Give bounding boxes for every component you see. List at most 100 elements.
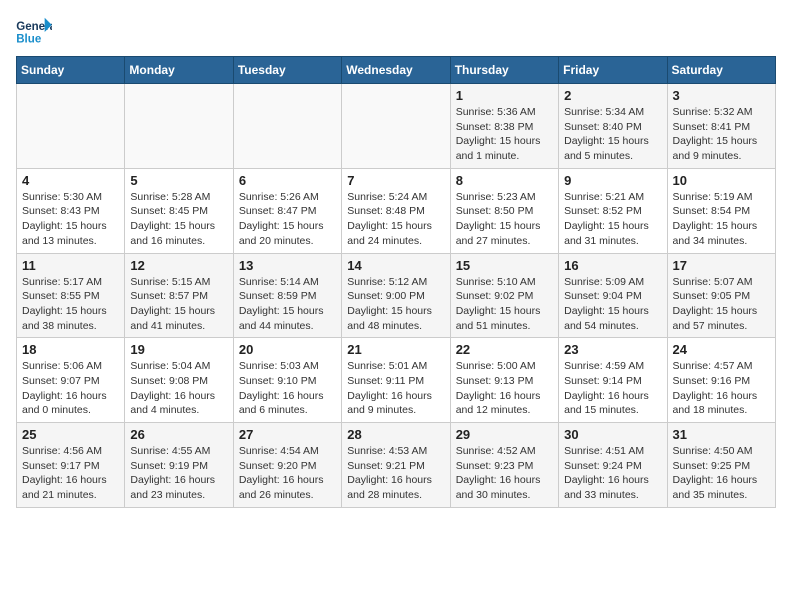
day-info: Sunrise: 5:21 AM Sunset: 8:52 PM Dayligh… [564, 190, 661, 249]
day-number: 2 [564, 88, 661, 103]
weekday-header-sunday: Sunday [17, 57, 125, 84]
day-number: 30 [564, 427, 661, 442]
day-number: 9 [564, 173, 661, 188]
day-number: 14 [347, 258, 444, 273]
day-number: 4 [22, 173, 119, 188]
calendar-table: SundayMondayTuesdayWednesdayThursdayFrid… [16, 56, 776, 508]
day-number: 16 [564, 258, 661, 273]
weekday-header-monday: Monday [125, 57, 233, 84]
day-number: 21 [347, 342, 444, 357]
day-info: Sunrise: 4:50 AM Sunset: 9:25 PM Dayligh… [673, 444, 770, 503]
calendar-cell: 18 Sunrise: 5:06 AM Sunset: 9:07 PM Dayli… [17, 338, 125, 423]
calendar-cell: 19 Sunrise: 5:04 AM Sunset: 9:08 PM Dayli… [125, 338, 233, 423]
logo-icon: General Blue [16, 16, 52, 48]
week-row-5: 25Sunrise: 4:56 AM Sunset: 9:17 PM Dayli… [17, 423, 776, 508]
calendar-cell: 17 Sunrise: 5:07 AM Sunset: 9:05 PM Dayli… [667, 253, 775, 338]
page-header: General Blue [16, 16, 776, 48]
calendar-cell: 7 Sunrise: 5:24 AM Sunset: 8:48 PM Daylig… [342, 168, 450, 253]
day-info: Sunrise: 5:14 AM Sunset: 8:59 PM Dayligh… [239, 275, 336, 334]
day-info: Sunrise: 5:24 AM Sunset: 8:48 PM Dayligh… [347, 190, 444, 249]
weekday-header-tuesday: Tuesday [233, 57, 341, 84]
day-info: Sunrise: 4:52 AM Sunset: 9:23 PM Dayligh… [456, 444, 553, 503]
calendar-cell: 14 Sunrise: 5:12 AM Sunset: 9:00 PM Dayli… [342, 253, 450, 338]
day-info: Sunrise: 5:04 AM Sunset: 9:08 PM Dayligh… [130, 359, 227, 418]
day-number: 25 [22, 427, 119, 442]
day-number: 7 [347, 173, 444, 188]
day-number: 12 [130, 258, 227, 273]
day-number: 28 [347, 427, 444, 442]
calendar-cell: 4 Sunrise: 5:30 AM Sunset: 8:43 PM Daylig… [17, 168, 125, 253]
day-info: Sunrise: 4:51 AM Sunset: 9:24 PM Dayligh… [564, 444, 661, 503]
weekday-header-wednesday: Wednesday [342, 57, 450, 84]
day-number: 6 [239, 173, 336, 188]
calendar-cell [17, 84, 125, 169]
calendar-cell: 25Sunrise: 4:56 AM Sunset: 9:17 PM Dayli… [17, 423, 125, 508]
weekday-header-friday: Friday [559, 57, 667, 84]
calendar-cell: 2 Sunrise: 5:34 AM Sunset: 8:40 PM Daylig… [559, 84, 667, 169]
day-number: 22 [456, 342, 553, 357]
day-info: Sunrise: 5:07 AM Sunset: 9:05 PM Dayligh… [673, 275, 770, 334]
calendar-cell: 5 Sunrise: 5:28 AM Sunset: 8:45 PM Daylig… [125, 168, 233, 253]
week-row-3: 11 Sunrise: 5:17 AM Sunset: 8:55 PM Dayli… [17, 253, 776, 338]
day-info: Sunrise: 4:55 AM Sunset: 9:19 PM Dayligh… [130, 444, 227, 503]
day-number: 17 [673, 258, 770, 273]
day-info: Sunrise: 5:01 AM Sunset: 9:11 PM Dayligh… [347, 359, 444, 418]
day-info: Sunrise: 5:28 AM Sunset: 8:45 PM Dayligh… [130, 190, 227, 249]
day-number: 8 [456, 173, 553, 188]
calendar-cell: 20 Sunrise: 5:03 AM Sunset: 9:10 PM Dayli… [233, 338, 341, 423]
day-info: Sunrise: 5:12 AM Sunset: 9:00 PM Dayligh… [347, 275, 444, 334]
weekday-header-thursday: Thursday [450, 57, 558, 84]
day-number: 29 [456, 427, 553, 442]
day-number: 1 [456, 88, 553, 103]
day-info: Sunrise: 5:17 AM Sunset: 8:55 PM Dayligh… [22, 275, 119, 334]
day-info: Sunrise: 4:59 AM Sunset: 9:14 PM Dayligh… [564, 359, 661, 418]
calendar-cell: 28Sunrise: 4:53 AM Sunset: 9:21 PM Dayli… [342, 423, 450, 508]
calendar-cell: 24Sunrise: 4:57 AM Sunset: 9:16 PM Dayli… [667, 338, 775, 423]
day-info: Sunrise: 5:00 AM Sunset: 9:13 PM Dayligh… [456, 359, 553, 418]
day-info: Sunrise: 5:10 AM Sunset: 9:02 PM Dayligh… [456, 275, 553, 334]
weekday-header-saturday: Saturday [667, 57, 775, 84]
calendar-cell: 27Sunrise: 4:54 AM Sunset: 9:20 PM Dayli… [233, 423, 341, 508]
calendar-cell [125, 84, 233, 169]
day-info: Sunrise: 5:15 AM Sunset: 8:57 PM Dayligh… [130, 275, 227, 334]
day-info: Sunrise: 5:06 AM Sunset: 9:07 PM Dayligh… [22, 359, 119, 418]
day-number: 11 [22, 258, 119, 273]
day-number: 3 [673, 88, 770, 103]
day-info: Sunrise: 5:23 AM Sunset: 8:50 PM Dayligh… [456, 190, 553, 249]
day-number: 18 [22, 342, 119, 357]
calendar-cell: 13Sunrise: 5:14 AM Sunset: 8:59 PM Dayli… [233, 253, 341, 338]
calendar-cell: 3 Sunrise: 5:32 AM Sunset: 8:41 PM Daylig… [667, 84, 775, 169]
calendar-cell: 6Sunrise: 5:26 AM Sunset: 8:47 PM Daylig… [233, 168, 341, 253]
week-row-4: 18 Sunrise: 5:06 AM Sunset: 9:07 PM Dayli… [17, 338, 776, 423]
calendar-cell: 31 Sunrise: 4:50 AM Sunset: 9:25 PM Dayli… [667, 423, 775, 508]
day-info: Sunrise: 5:34 AM Sunset: 8:40 PM Dayligh… [564, 105, 661, 164]
calendar-cell: 23 Sunrise: 4:59 AM Sunset: 9:14 PM Dayli… [559, 338, 667, 423]
day-info: Sunrise: 5:19 AM Sunset: 8:54 PM Dayligh… [673, 190, 770, 249]
svg-text:Blue: Blue [16, 34, 42, 46]
day-info: Sunrise: 4:54 AM Sunset: 9:20 PM Dayligh… [239, 444, 336, 503]
calendar-cell: 15 Sunrise: 5:10 AM Sunset: 9:02 PM Dayli… [450, 253, 558, 338]
day-number: 5 [130, 173, 227, 188]
weekday-header-row: SundayMondayTuesdayWednesdayThursdayFrid… [17, 57, 776, 84]
logo: General Blue [16, 16, 52, 48]
calendar-cell [233, 84, 341, 169]
day-info: Sunrise: 5:09 AM Sunset: 9:04 PM Dayligh… [564, 275, 661, 334]
day-info: Sunrise: 5:03 AM Sunset: 9:10 PM Dayligh… [239, 359, 336, 418]
calendar-cell: 16 Sunrise: 5:09 AM Sunset: 9:04 PM Dayli… [559, 253, 667, 338]
week-row-2: 4 Sunrise: 5:30 AM Sunset: 8:43 PM Daylig… [17, 168, 776, 253]
day-number: 31 [673, 427, 770, 442]
day-number: 26 [130, 427, 227, 442]
day-number: 23 [564, 342, 661, 357]
day-info: Sunrise: 5:36 AM Sunset: 8:38 PM Dayligh… [456, 105, 553, 164]
calendar-cell: 22 Sunrise: 5:00 AM Sunset: 9:13 PM Dayli… [450, 338, 558, 423]
day-number: 15 [456, 258, 553, 273]
day-info: Sunrise: 5:32 AM Sunset: 8:41 PM Dayligh… [673, 105, 770, 164]
day-number: 19 [130, 342, 227, 357]
calendar-cell: 8 Sunrise: 5:23 AM Sunset: 8:50 PM Daylig… [450, 168, 558, 253]
day-number: 20 [239, 342, 336, 357]
calendar-cell: 12 Sunrise: 5:15 AM Sunset: 8:57 PM Dayli… [125, 253, 233, 338]
day-info: Sunrise: 4:57 AM Sunset: 9:16 PM Dayligh… [673, 359, 770, 418]
calendar-cell: 21 Sunrise: 5:01 AM Sunset: 9:11 PM Dayli… [342, 338, 450, 423]
calendar-cell: 30 Sunrise: 4:51 AM Sunset: 9:24 PM Dayli… [559, 423, 667, 508]
day-info: Sunrise: 5:30 AM Sunset: 8:43 PM Dayligh… [22, 190, 119, 249]
